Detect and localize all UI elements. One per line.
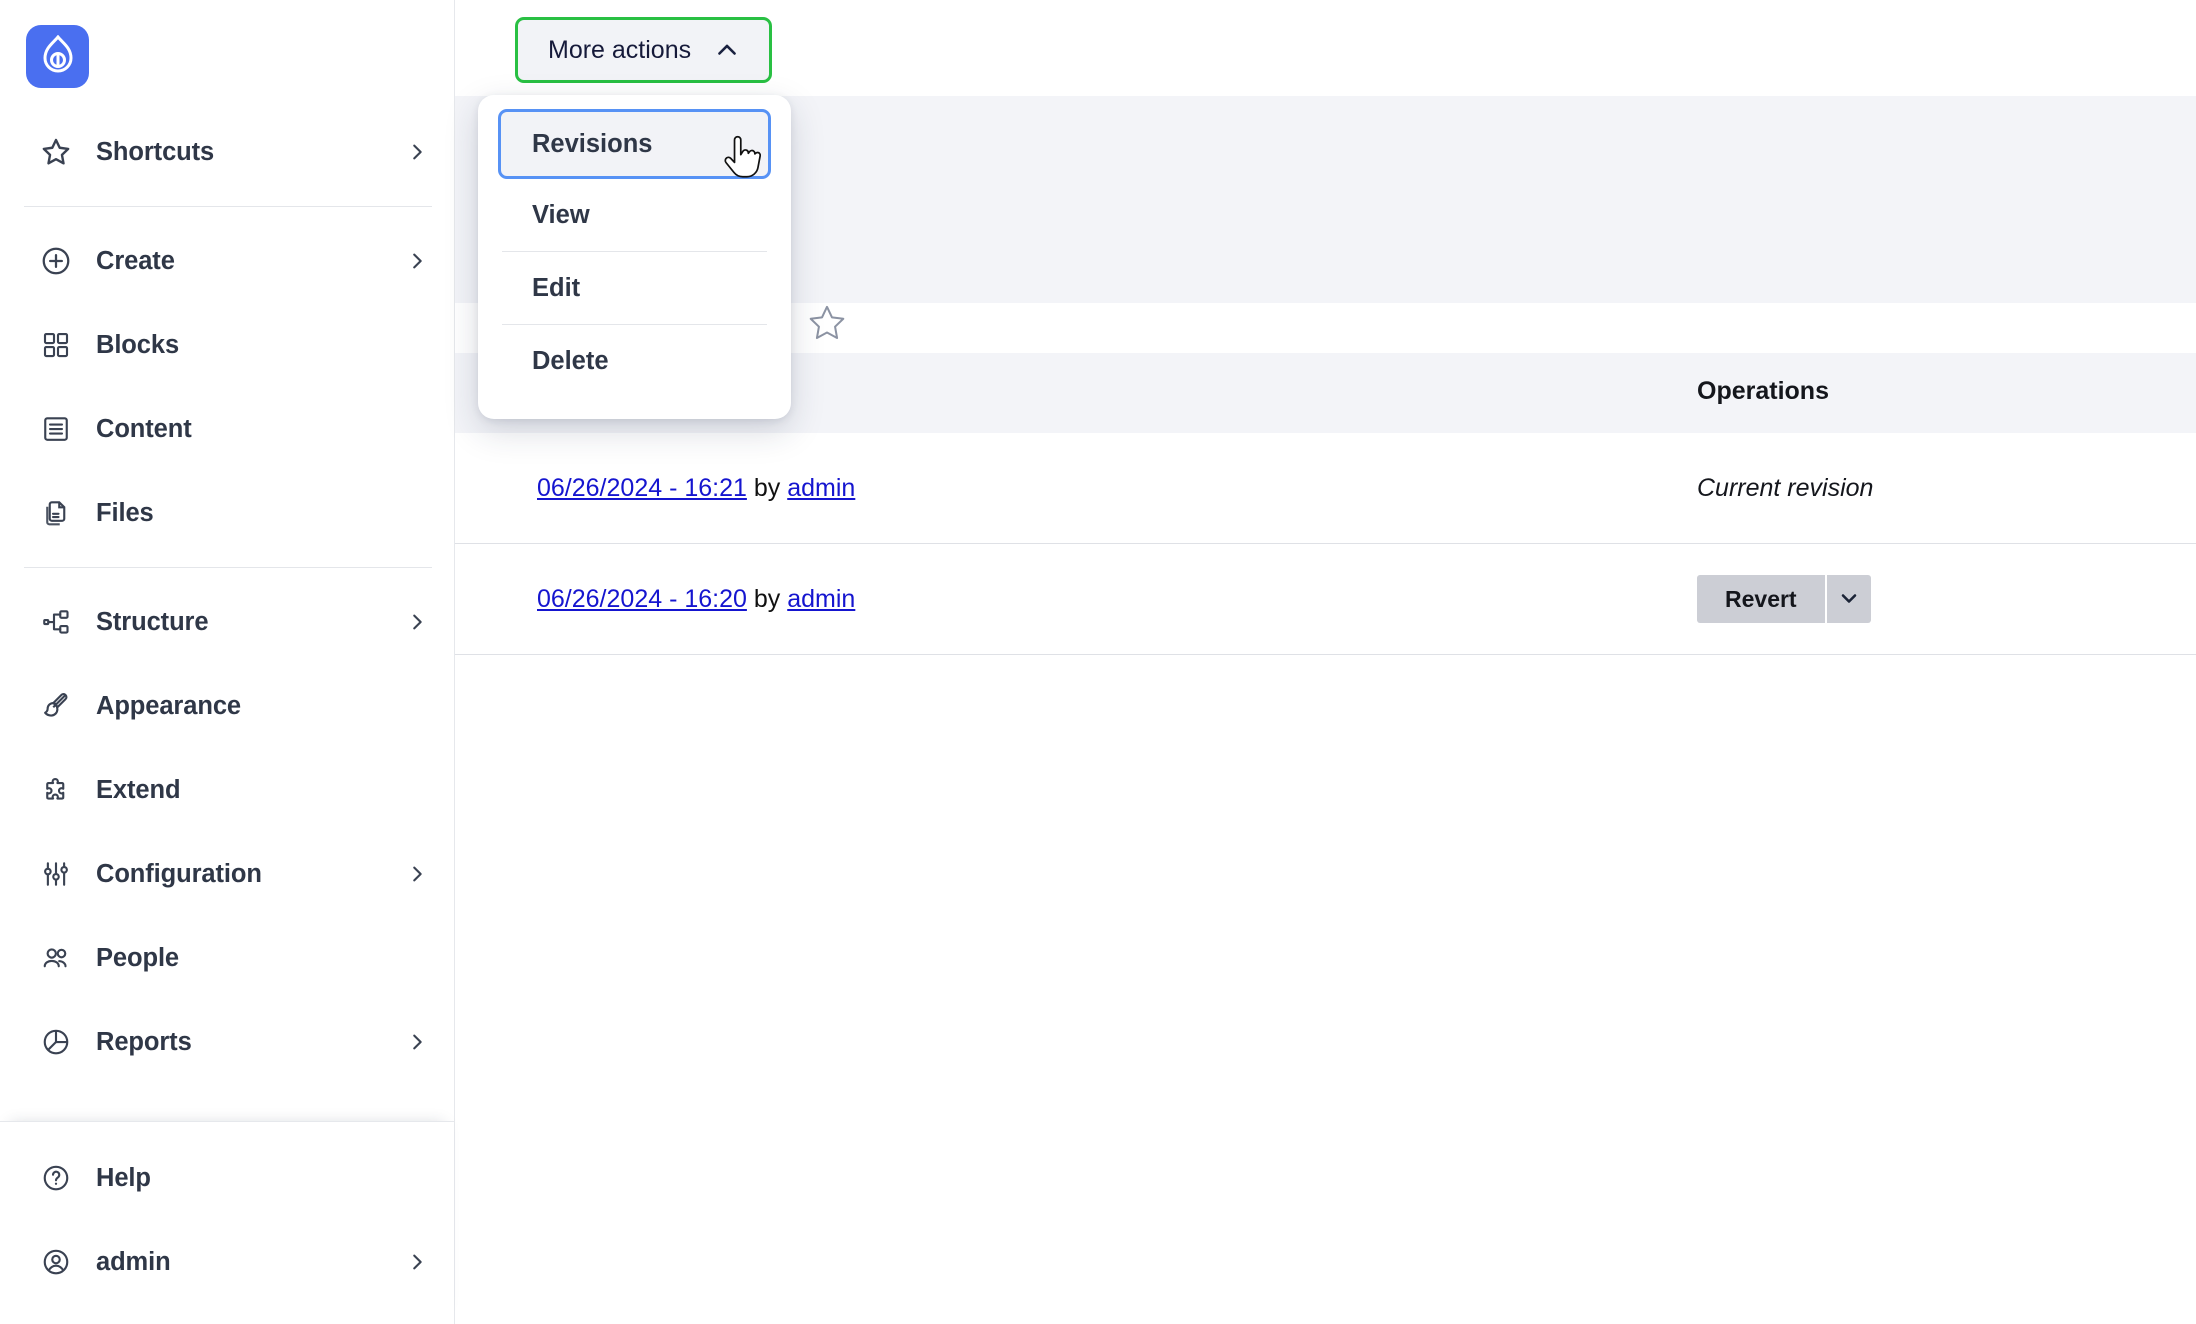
sidebar-item-content[interactable]: Content	[0, 387, 454, 471]
people-users-icon	[38, 940, 74, 976]
table-row: 06/26/2024 - 16:20 by admin Revert	[455, 544, 2196, 655]
sidebar-item-people[interactable]: People	[0, 916, 454, 1000]
revision-info: 06/26/2024 - 16:21 by admin	[537, 474, 855, 503]
chevron-right-icon[interactable]	[406, 141, 428, 163]
sidebar-item-label: Reports	[96, 1027, 192, 1056]
sidebar-item-extend[interactable]: Extend	[0, 748, 454, 832]
sidebar-item-label: admin	[96, 1247, 171, 1276]
sidebar-item-label: Content	[96, 414, 192, 443]
sidebar-group-shortcuts: Shortcuts	[0, 88, 454, 194]
appearance-brush-icon	[38, 688, 74, 724]
configuration-sliders-icon	[38, 856, 74, 892]
row-operations: Current revision	[1697, 474, 1873, 503]
sidebar-item-label: Help	[96, 1163, 151, 1192]
drupal-drop-icon[interactable]	[26, 25, 89, 88]
sidebar-item-blocks[interactable]: Blocks	[0, 303, 454, 387]
more-actions-dropdown-menu: Revisions View Edit Delete	[478, 95, 791, 419]
star-outline-icon[interactable]	[805, 301, 849, 350]
dropdown-item-label: Edit	[532, 273, 581, 302]
dropdown-item-label: Revisions	[532, 129, 653, 158]
sidebar-item-appearance[interactable]: Appearance	[0, 664, 454, 748]
structure-sitemap-icon	[38, 604, 74, 640]
revert-button[interactable]: Revert	[1697, 575, 1825, 623]
chevron-right-icon[interactable]	[406, 1031, 428, 1053]
row-operations: Revert	[1697, 575, 1871, 623]
revision-date-link[interactable]: 06/26/2024 - 16:20	[537, 585, 747, 613]
revision-author-link[interactable]: admin	[787, 585, 855, 613]
by-text: by	[753, 584, 781, 613]
sidebar-item-structure[interactable]: Structure	[0, 580, 454, 664]
dropdown-item-delete[interactable]: Delete	[478, 325, 791, 397]
chevron-right-icon[interactable]	[406, 250, 428, 272]
sidebar-item-label: People	[96, 943, 180, 972]
sidebar-divider	[24, 567, 432, 568]
chevron-down-icon	[1837, 586, 1861, 613]
more-actions-label: More actions	[548, 35, 692, 64]
sidebar-item-label: Blocks	[96, 330, 180, 359]
revision-author-link[interactable]: admin	[787, 474, 855, 502]
help-question-circle-icon	[38, 1160, 74, 1196]
sidebar-divider	[24, 206, 432, 207]
revision-info: 06/26/2024 - 16:20 by admin	[537, 585, 855, 614]
dropdown-item-view[interactable]: View	[478, 179, 791, 251]
chevron-up-icon	[713, 36, 741, 64]
sidebar-footer: Help admin	[0, 1121, 454, 1324]
user-account-circle-icon	[38, 1244, 74, 1280]
dropdown-item-edit[interactable]: Edit	[478, 252, 791, 324]
sidebar-item-label: Files	[96, 498, 154, 527]
blocks-grid-icon	[38, 327, 74, 363]
plus-circle-icon	[38, 243, 74, 279]
app-root: Shortcuts Create Blocks Content Files St…	[0, 0, 2196, 1324]
revert-dropdown-toggle[interactable]	[1826, 575, 1871, 623]
by-text: by	[753, 473, 781, 502]
star-icon	[38, 134, 74, 170]
sidebar-item-files[interactable]: Files	[0, 471, 454, 555]
chevron-right-icon[interactable]	[406, 863, 428, 885]
sidebar-item-label: Extend	[96, 775, 181, 804]
dropdown-item-label: Delete	[532, 346, 609, 375]
sidebar-item-label: Create	[96, 246, 175, 275]
sidebar-item-shortcuts[interactable]: Shortcuts	[0, 110, 454, 194]
reports-pie-chart-icon	[38, 1024, 74, 1060]
current-revision-label: Current revision	[1697, 473, 1874, 502]
sidebar-item-label: Appearance	[96, 691, 241, 720]
sidebar-group-content: Create Blocks Content Files	[0, 219, 454, 555]
files-copy-icon	[38, 495, 74, 531]
dropdown-item-label: View	[532, 200, 590, 229]
sidebar-item-label: Structure	[96, 607, 209, 636]
dropdown-item-revisions[interactable]: Revisions	[498, 109, 771, 179]
sidebar-item-admin[interactable]: admin	[0, 1220, 454, 1304]
sidebar-group-admin: Structure Appearance Extend Configuratio…	[0, 580, 454, 1084]
table-row: 06/26/2024 - 16:21 by admin Current revi…	[455, 433, 2196, 544]
revision-date-link[interactable]: 06/26/2024 - 16:21	[537, 474, 747, 502]
sidebar-item-help[interactable]: Help	[0, 1136, 454, 1220]
sidebar-item-configuration[interactable]: Configuration	[0, 832, 454, 916]
revert-split-button: Revert	[1697, 575, 1871, 623]
sidebar-item-create[interactable]: Create	[0, 219, 454, 303]
more-actions-button[interactable]: More actions	[515, 17, 773, 83]
logo-container[interactable]	[0, 0, 454, 88]
sidebar-item-label: Configuration	[96, 859, 262, 888]
extend-puzzle-icon	[38, 772, 74, 808]
sidebar-item-reports[interactable]: Reports	[0, 1000, 454, 1084]
column-header-operations: Operations	[1697, 377, 1829, 405]
sidebar-item-label: Shortcuts	[96, 137, 215, 166]
chevron-right-icon[interactable]	[406, 1251, 428, 1273]
content-document-icon	[38, 411, 74, 447]
chevron-right-icon[interactable]	[406, 611, 428, 633]
sidebar: Shortcuts Create Blocks Content Files St…	[0, 0, 455, 1324]
